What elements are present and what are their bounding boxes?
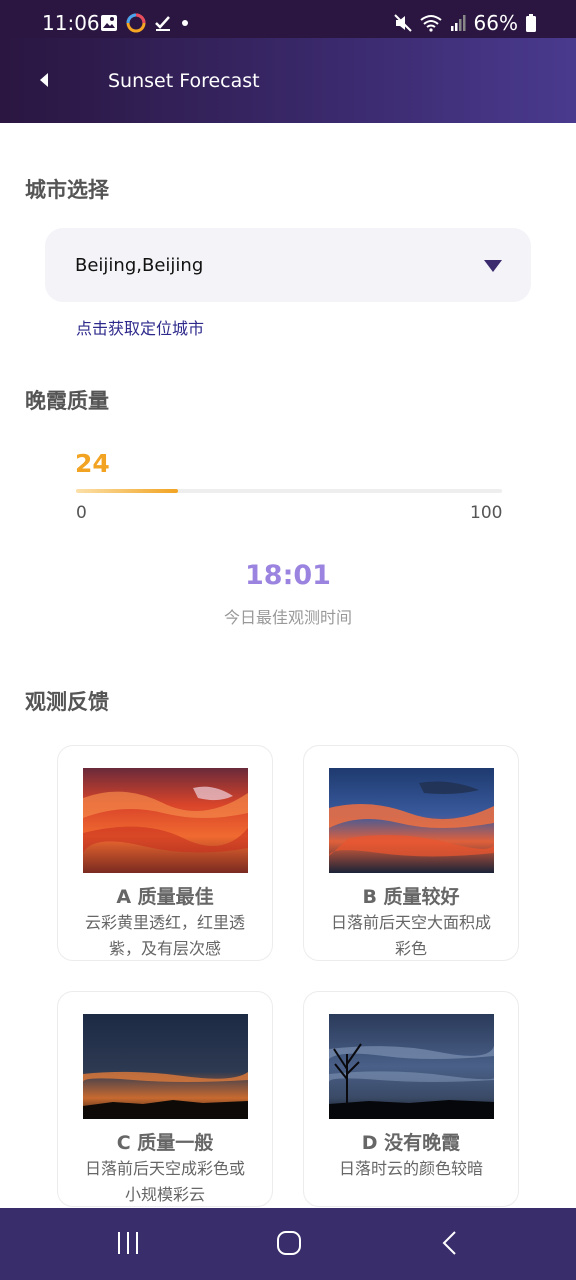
battery-icon [526, 14, 536, 32]
status-system-icons: 66% [393, 11, 536, 35]
feedback-card-title: A 质量最佳 [116, 886, 214, 908]
feedback-card-d[interactable]: D 没有晚霞 日落时云的颜色较暗 [303, 991, 519, 1207]
recent-apps-button[interactable] [115, 1230, 141, 1260]
quality-progress-bar [76, 489, 502, 493]
feedback-card-title: B 质量较好 [362, 886, 460, 908]
page-title: Sunset Forecast [108, 70, 260, 92]
feedback-card-c[interactable]: C 质量一般 日落前后天空成彩色或小规模彩云 [57, 991, 273, 1207]
range-max-label: 100 [470, 503, 503, 523]
feedback-card-title: C 质量一般 [116, 1132, 214, 1154]
quality-section-title: 晚霞质量 [25, 389, 109, 413]
best-time-label: 今日最佳观测时间 [223, 608, 352, 627]
quality-score: 24 [75, 449, 110, 478]
home-icon [277, 1231, 301, 1255]
app-ring-icon [126, 13, 146, 33]
sunset-photo-none [329, 1014, 494, 1119]
system-nav-bar [0, 1208, 576, 1280]
locate-city-link[interactable]: 点击获取定位城市 [76, 315, 204, 339]
feedback-card-desc: 日落时云的颜色较暗 [338, 1159, 483, 1178]
feedback-card-desc: 日落前后天空成彩色或小规模彩云 [84, 1159, 245, 1204]
status-notification-icons [100, 13, 190, 33]
dot-icon [182, 20, 188, 26]
nav-back-button[interactable] [440, 1230, 460, 1260]
recent-apps-icon [118, 1232, 138, 1254]
sunset-photo-best [83, 768, 248, 873]
wifi-icon [419, 15, 442, 32]
feedback-card-desc: 云彩黄里透红，红里透紫，及有层次感 [84, 913, 245, 958]
back-chevron-icon [442, 1231, 456, 1255]
sunset-photo-average [83, 1014, 248, 1119]
signal-icon [450, 15, 466, 31]
city-dropdown-value: Beijing,Beijing [75, 255, 204, 276]
gallery-icon [101, 15, 117, 31]
chevron-down-icon [484, 260, 502, 272]
mute-icon [393, 14, 412, 32]
battery-percent: 66% [473, 11, 518, 35]
feedback-card-a[interactable]: A 质量最佳 云彩黄里透红，红里透紫，及有层次感 [57, 745, 273, 961]
sunset-photo-good [329, 768, 494, 873]
quality-progress-fill [76, 489, 179, 493]
feedback-card-b[interactable]: B 质量较好 日落前后天空大面积成彩色 [303, 745, 519, 961]
city-dropdown[interactable]: Beijing,Beijing [45, 228, 531, 302]
feedback-section-title: 观测反馈 [25, 690, 109, 714]
city-section-title: 城市选择 [25, 178, 109, 202]
home-button[interactable] [276, 1230, 302, 1260]
back-button[interactable] [36, 68, 56, 92]
status-time: 11:06 [42, 11, 100, 35]
app-bar: Sunset Forecast [0, 38, 576, 123]
check-icon [155, 16, 170, 31]
best-time-value: 18:01 [245, 560, 331, 591]
range-min-label: 0 [76, 503, 87, 523]
back-arrow-icon [40, 73, 48, 87]
feedback-card-desc: 日落前后天空大面积成彩色 [330, 913, 491, 958]
feedback-card-title: D 没有晚霞 [361, 1132, 461, 1154]
